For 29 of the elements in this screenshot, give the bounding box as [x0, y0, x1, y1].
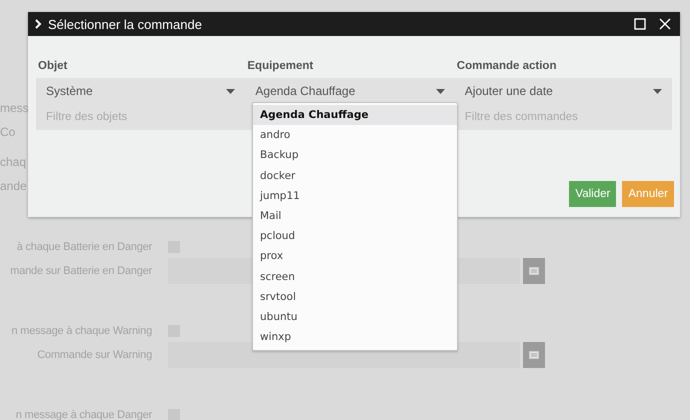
caret-icon [436, 88, 445, 94]
list-button[interactable] [523, 258, 545, 284]
select-dropdown[interactable]: Système [36, 78, 246, 104]
caret-icon [226, 88, 236, 94]
dropdown-option[interactable]: jump11 [253, 186, 457, 206]
dropdown-option[interactable]: Backup [253, 145, 457, 166]
dropdown-option[interactable]: ubuntu [253, 306, 457, 328]
dropdown-option[interactable]: pcloud [253, 226, 457, 246]
select-dropdown[interactable]: Agenda Chauffage [245, 78, 455, 104]
close-icon[interactable] [658, 17, 672, 31]
dropdown-option[interactable]: prox [253, 246, 457, 266]
column-label: Commande action [456, 59, 558, 74]
list-icon [529, 267, 539, 275]
dropdown-option[interactable]: Agenda Chauffage [253, 105, 457, 126]
list-button[interactable] [523, 342, 545, 368]
maximize-icon[interactable] [634, 18, 646, 30]
chevron-icon [34, 19, 42, 29]
caret-icon [653, 88, 662, 94]
dropdown-option[interactable]: Mail [253, 206, 457, 226]
dropdown-option[interactable]: screen [253, 266, 457, 287]
dropdown-option[interactable]: winxp [253, 327, 457, 348]
select-dropdown[interactable]: Ajouter une date [454, 78, 672, 104]
dropdown-option[interactable]: docker [253, 166, 457, 186]
column-label: Equipement [246, 59, 314, 74]
dropdown-option[interactable]: andro [253, 125, 457, 146]
dialog-title: Sélectionner la commande [48, 16, 203, 32]
list-icon [529, 351, 539, 359]
column-label: Objet [37, 59, 68, 74]
dropdown-option[interactable]: srvtool [253, 286, 457, 307]
